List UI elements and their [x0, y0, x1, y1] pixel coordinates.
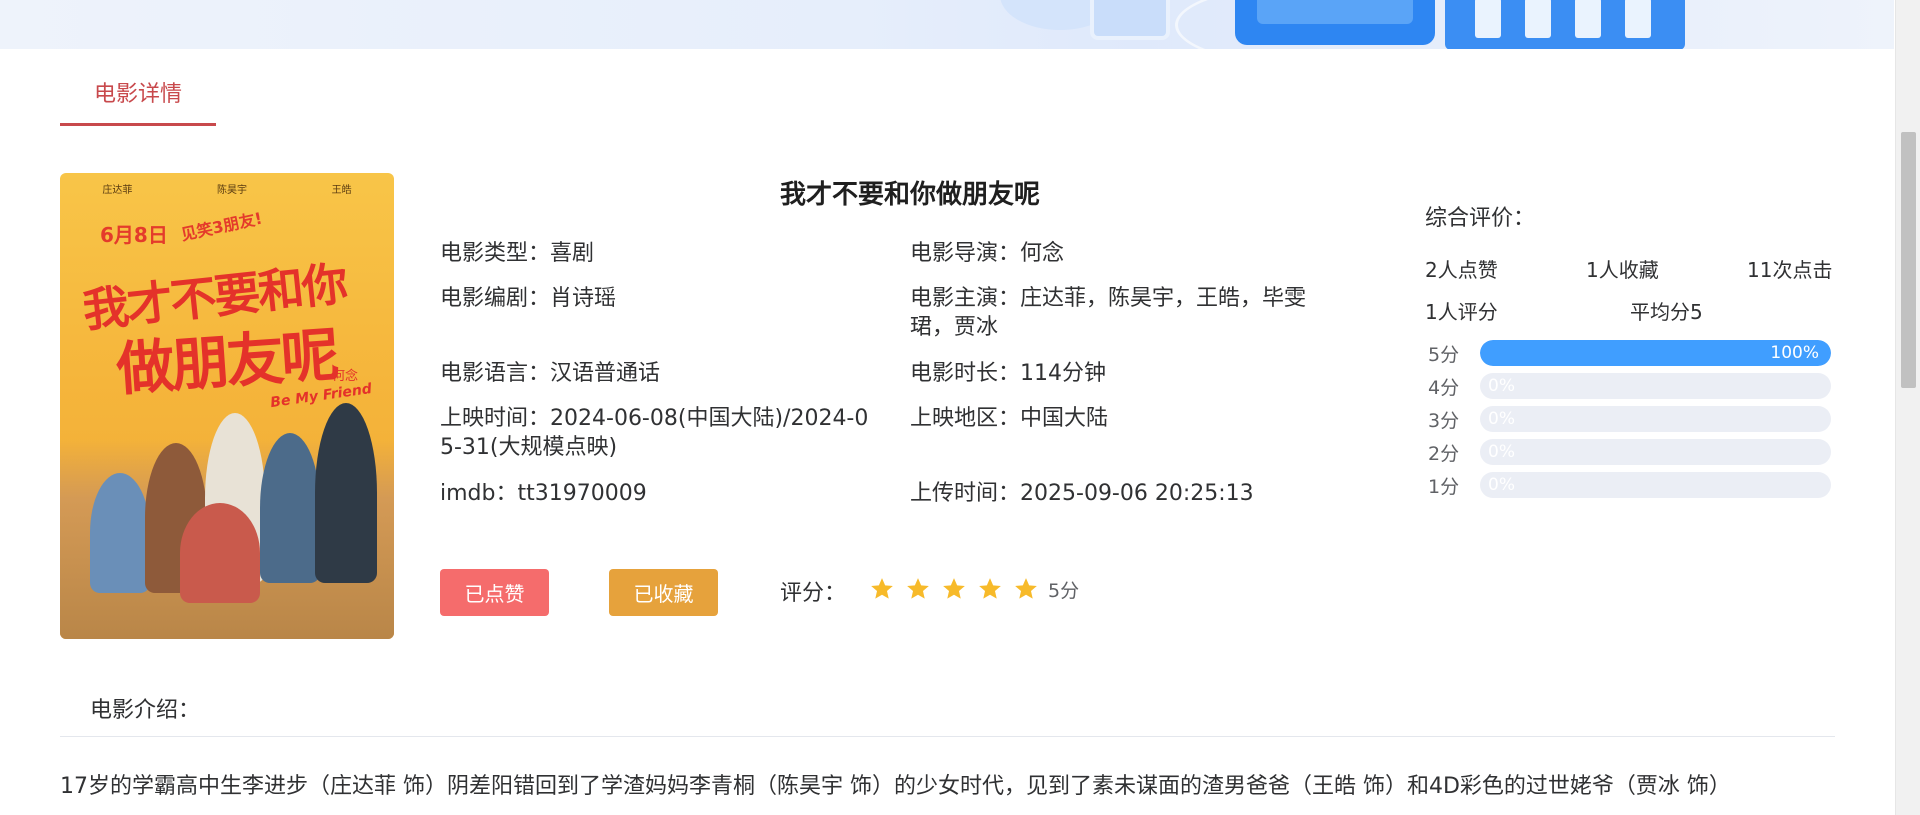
info-stars-label: 电影主演： — [910, 286, 1021, 311]
distribution-percent: 0% — [1488, 409, 1515, 429]
info-imdb-value: tt31970009 — [517, 481, 647, 506]
info-language: 电影语言：汉语普通话 — [440, 359, 880, 388]
scrollbar-thumb[interactable] — [1901, 132, 1916, 388]
distribution-row-3: 3分 0% — [1428, 406, 1838, 432]
poster-cast-1: 庄达菲 — [102, 185, 133, 196]
info-upload-value: 2025-09-06 20:25:13 — [1020, 481, 1254, 506]
distribution-label: 1分 — [1428, 475, 1460, 498]
poster-date: 6月8日 — [100, 223, 168, 247]
movie-title: 我才不要和你做朋友呢 — [779, 180, 1040, 210]
distribution-track: 100% — [1480, 340, 1831, 366]
rating-text: 5分 — [1048, 579, 1080, 602]
poster-cast-3: 王皓 — [331, 185, 352, 196]
distribution-row-1: 1分 0% — [1428, 472, 1838, 498]
intro-text: 17岁的学霸高中生李进步（庄达菲 饰）阴差阳错回到了学渣妈妈李青桐（陈昊宇 饰）… — [60, 774, 1731, 799]
distribution-row-4: 4分 0% — [1428, 373, 1838, 399]
divider — [60, 736, 1835, 737]
info-writer-value: 肖诗瑶 — [550, 286, 617, 311]
page-scrollbar[interactable] — [1895, 0, 1920, 815]
average-score: 平均分5 — [1630, 300, 1703, 324]
distribution-percent: 0% — [1488, 376, 1515, 396]
info-duration-value: 114分钟 — [1020, 361, 1107, 386]
info-type-label: 电影类型： — [440, 241, 551, 266]
distribution-track: 0% — [1480, 373, 1831, 399]
top-banner — [0, 0, 1894, 49]
distribution-row-5: 5分 100% — [1428, 340, 1838, 366]
distribution-track: 0% — [1480, 439, 1831, 465]
like-button[interactable]: 已点赞 — [440, 569, 549, 616]
info-region: 上映地区：中国大陆 — [910, 404, 1350, 433]
distribution-row-2: 2分 0% — [1428, 439, 1838, 465]
star-icon-5[interactable] — [1008, 575, 1044, 603]
info-writer-label: 电影编剧： — [440, 286, 551, 311]
favorite-button[interactable]: 已收藏 — [609, 569, 718, 616]
info-imdb: imdb：tt31970009 — [440, 479, 880, 508]
info-language-value: 汉语普通话 — [550, 361, 661, 386]
info-upload-label: 上传时间： — [910, 481, 1021, 506]
rating-label: 评分： — [780, 581, 847, 606]
info-director: 电影导演：何念 — [910, 239, 1350, 268]
info-director-value: 何念 — [1020, 241, 1065, 266]
info-director-label: 电影导演： — [910, 241, 1021, 266]
info-duration-label: 电影时长： — [910, 361, 1021, 386]
distribution-track: 0% — [1480, 406, 1831, 432]
distribution-label: 4分 — [1428, 376, 1460, 399]
star-icon-4[interactable] — [972, 575, 1008, 603]
info-writer: 电影编剧：肖诗瑶 — [440, 284, 880, 313]
info-upload: 上传时间：2025-09-06 20:25:13 — [910, 479, 1350, 508]
movie-poster: 庄达菲 陈昊宇 王皓 6月8日 见笑3朋友! 我才不要和你 做朋友呢 何念 Be… — [60, 173, 394, 639]
distribution-track: 0% — [1480, 472, 1831, 498]
poster-director: 何念 — [332, 369, 359, 384]
distribution-label: 5分 — [1428, 343, 1460, 366]
star-icon-2[interactable] — [900, 575, 936, 603]
favorites-count: 1人收藏 — [1586, 258, 1659, 282]
info-release: 上映时间：2024-06-08(中国大陆)/2024-05-31(大规模点映) — [440, 404, 880, 462]
info-release-label: 上映时间： — [440, 406, 551, 431]
distribution-label: 3分 — [1428, 409, 1460, 432]
info-type-value: 喜剧 — [550, 241, 595, 266]
tab-movie-detail[interactable]: 电影详情 — [60, 76, 216, 126]
distribution-percent: 0% — [1488, 475, 1515, 495]
clicks-count: 11次点击 — [1747, 258, 1833, 282]
distribution-percent: 100% — [1770, 343, 1819, 363]
distribution-percent: 0% — [1488, 442, 1515, 462]
raters-count: 1人评分 — [1425, 300, 1498, 324]
info-imdb-label: imdb： — [440, 481, 518, 506]
likes-count: 2人点赞 — [1425, 258, 1498, 282]
overall-rating-title: 综合评价： — [1425, 206, 1536, 231]
star-icon-3[interactable] — [936, 575, 972, 603]
rating-stars[interactable]: 5分 — [864, 575, 1079, 603]
star-icon-1[interactable] — [864, 575, 900, 603]
distribution-label: 2分 — [1428, 442, 1460, 465]
info-type: 电影类型：喜剧 — [440, 239, 880, 268]
info-region-value: 中国大陆 — [1020, 406, 1109, 431]
info-language-label: 电影语言： — [440, 361, 551, 386]
info-region-label: 上映地区： — [910, 406, 1021, 431]
info-stars: 电影主演：庄达菲，陈昊宇，王皓，毕雯珺，贾冰 — [910, 284, 1335, 342]
info-duration: 电影时长：114分钟 — [910, 359, 1350, 388]
intro-title: 电影介绍： — [90, 698, 201, 723]
